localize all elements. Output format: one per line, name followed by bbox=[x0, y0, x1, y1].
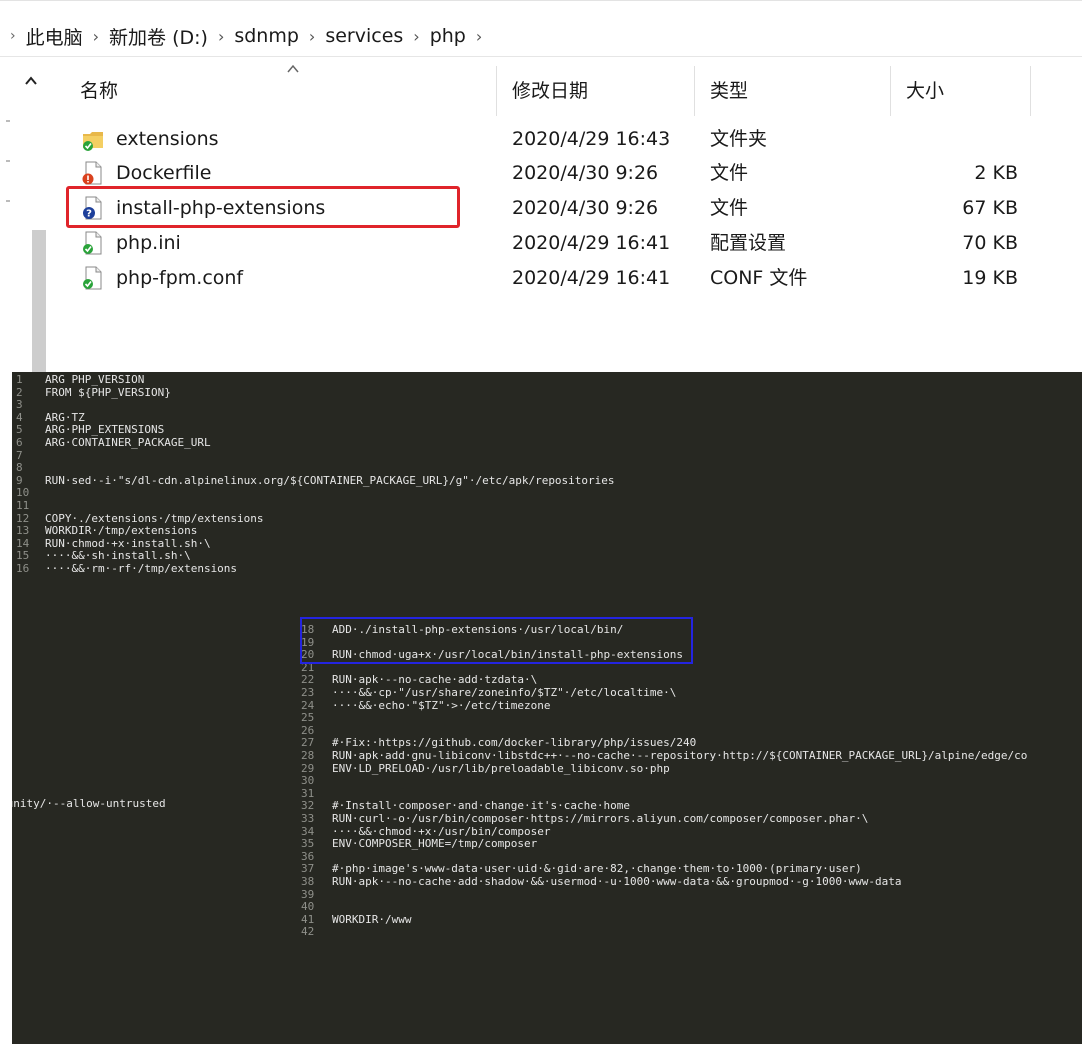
scrollbar-thumb[interactable] bbox=[32, 230, 46, 372]
code-line[interactable]: ARG·CONTAINER_PACKAGE_URL bbox=[45, 436, 211, 450]
code-line[interactable]: RUN·curl·-o·/usr/bin/composer·https://mi… bbox=[332, 812, 868, 826]
code-line[interactable]: ····&&·echo·"$TZ"·>·/etc/timezone bbox=[332, 699, 551, 713]
line-number: 35 bbox=[301, 837, 315, 851]
line-number: 1 bbox=[16, 373, 23, 386]
code-line[interactable]: RUN·sed·-i·"s/dl-cdn.alpinelinux.org/${C… bbox=[45, 474, 615, 488]
file-explorer: › 此电脑 › 新加卷 (D:) › sdnmp › services › ph… bbox=[0, 0, 1082, 372]
column-header-size[interactable]: 大小 bbox=[890, 62, 1020, 116]
column-header-date[interactable]: 修改日期 bbox=[496, 62, 694, 116]
file-type: CONF 文件 bbox=[710, 267, 808, 289]
file-check-icon bbox=[82, 231, 104, 255]
file-warning-icon bbox=[82, 161, 104, 185]
breadcrumb-item-this-pc[interactable]: 此电脑 bbox=[26, 23, 83, 50]
code-line[interactable]: ····&&·rm·-rf·/tmp/extensions bbox=[45, 562, 237, 576]
breadcrumb-separator[interactable]: › bbox=[309, 27, 315, 46]
breadcrumb-item-drive-d[interactable]: 新加卷 (D:) bbox=[109, 23, 208, 50]
code-line[interactable]: ····&&·cp·"/usr/share/zoneinfo/$TZ"·/etc… bbox=[332, 686, 676, 700]
line-number: 13 bbox=[16, 524, 30, 538]
file-date: 2020/4/29 16:43 bbox=[512, 128, 671, 150]
column-header-type[interactable]: 类型 bbox=[694, 62, 890, 116]
line-number: 25 bbox=[301, 711, 315, 725]
code-editor-bottom[interactable]: munity/·--allow-untrusted 18 ADD·./instal… bbox=[12, 608, 1082, 1044]
line-number: 11 bbox=[16, 499, 30, 512]
sort-ascending-icon bbox=[286, 62, 300, 78]
file-date: 2020/4/30 9:26 bbox=[512, 162, 659, 184]
file-row-php-fpm-conf[interactable]: php-fpm.conf 2020/4/29 16:41 CONF 文件 19 … bbox=[64, 261, 1032, 295]
highlight-box-blue bbox=[300, 617, 693, 664]
line-number: 16 bbox=[16, 562, 30, 575]
line-number: 33 bbox=[301, 812, 315, 825]
code-line[interactable]: ENV·LD_PRELOAD·/usr/lib/preloadable_libi… bbox=[332, 762, 670, 776]
breadcrumb-item-php[interactable]: php bbox=[430, 25, 466, 47]
line-number: 3 bbox=[16, 398, 23, 412]
nav-tick bbox=[6, 120, 10, 122]
line-number: 30 bbox=[301, 774, 315, 788]
line-number: 23 bbox=[301, 686, 315, 699]
column-header-row: 名称 修改日期 类型 大小 bbox=[64, 62, 1032, 116]
file-name: php-fpm.conf bbox=[116, 267, 244, 289]
code-line[interactable]: RUN·apk·add·gnu-libiconv·libstdc++·--no-… bbox=[332, 749, 1027, 763]
file-name: extensions bbox=[116, 128, 219, 150]
file-row-php-ini[interactable]: php.ini 2020/4/29 16:41 配置设置 70 KB bbox=[64, 226, 1032, 260]
code-line[interactable]: ENV·COMPOSER_HOME=/tmp/composer bbox=[332, 838, 537, 851]
top-divider bbox=[0, 0, 1082, 1]
code-line[interactable]: WORKDIR·/tmp/extensions bbox=[45, 525, 197, 538]
file-date: 2020/4/29 16:41 bbox=[512, 232, 671, 254]
column-header-name-label: 名称 bbox=[80, 79, 119, 102]
file-size: 67 KB bbox=[962, 197, 1018, 219]
file-size: 70 KB bbox=[962, 232, 1018, 254]
column-header-name[interactable]: 名称 bbox=[64, 62, 496, 116]
code-line[interactable]: ARG PHP_VERSION bbox=[45, 373, 144, 387]
editor-left-pane: munity/·--allow-untrusted bbox=[12, 608, 300, 1044]
file-date: 2020/4/30 9:26 bbox=[512, 197, 659, 219]
line-number: 40 bbox=[301, 900, 315, 914]
breadcrumb[interactable]: › 此电脑 › 新加卷 (D:) › sdnmp › services › ph… bbox=[0, 16, 1082, 57]
file-row-dockerfile[interactable]: Dockerfile 2020/4/30 9:26 文件 2 KB bbox=[64, 156, 1032, 190]
breadcrumb-separator[interactable]: › bbox=[93, 27, 99, 46]
file-type: 配置设置 bbox=[710, 232, 787, 254]
file-check-icon bbox=[82, 266, 104, 290]
scroll-up-icon[interactable] bbox=[24, 72, 38, 91]
breadcrumb-lead-chevron[interactable]: › bbox=[10, 28, 16, 44]
highlight-box-red bbox=[66, 186, 460, 228]
file-type: 文件夹 bbox=[710, 128, 768, 150]
column-divider[interactable] bbox=[1030, 66, 1031, 116]
breadcrumb-separator[interactable]: › bbox=[413, 27, 419, 46]
column-header-size-label: 大小 bbox=[906, 79, 945, 102]
file-type: 文件 bbox=[710, 197, 749, 219]
line-number: 6 bbox=[16, 436, 23, 449]
code-editor-top[interactable]: 1 ARG PHP_VERSION 2 FROM ${PHP_VERSION} 3 4 AR… bbox=[12, 372, 1082, 616]
file-row-extensions[interactable]: extensions 2020/4/29 16:43 文件夹 bbox=[64, 122, 1032, 156]
file-date: 2020/4/29 16:41 bbox=[512, 267, 671, 289]
column-header-date-label: 修改日期 bbox=[512, 79, 589, 102]
line-number: 28 bbox=[301, 749, 315, 762]
file-name: php.ini bbox=[116, 232, 181, 254]
file-size: 2 KB bbox=[974, 162, 1018, 184]
left-pane-code-fragment: munity/·--allow-untrusted bbox=[12, 797, 166, 810]
nav-tick bbox=[6, 200, 10, 202]
folder-icon bbox=[82, 127, 104, 151]
code-line[interactable]: WORKDIR·/www bbox=[332, 913, 411, 927]
line-number: 8 bbox=[16, 461, 23, 475]
line-number: 42 bbox=[301, 925, 315, 939]
nav-tick bbox=[6, 160, 10, 162]
breadcrumb-trail-chevron[interactable]: › bbox=[476, 27, 482, 46]
file-name: Dockerfile bbox=[116, 162, 212, 184]
breadcrumb-item-sdnmp[interactable]: sdnmp bbox=[234, 25, 299, 47]
breadcrumb-separator[interactable]: › bbox=[218, 27, 224, 46]
line-number: 38 bbox=[301, 875, 315, 888]
code-line[interactable]: FROM ${PHP_VERSION} bbox=[45, 386, 171, 400]
file-type: 文件 bbox=[710, 162, 749, 184]
column-header-type-label: 类型 bbox=[710, 79, 749, 102]
file-size: 19 KB bbox=[962, 267, 1018, 289]
code-line[interactable]: RUN·apk·--no-cache·add·shadow·&&·usermod… bbox=[332, 875, 902, 889]
breadcrumb-item-services[interactable]: services bbox=[325, 25, 403, 47]
